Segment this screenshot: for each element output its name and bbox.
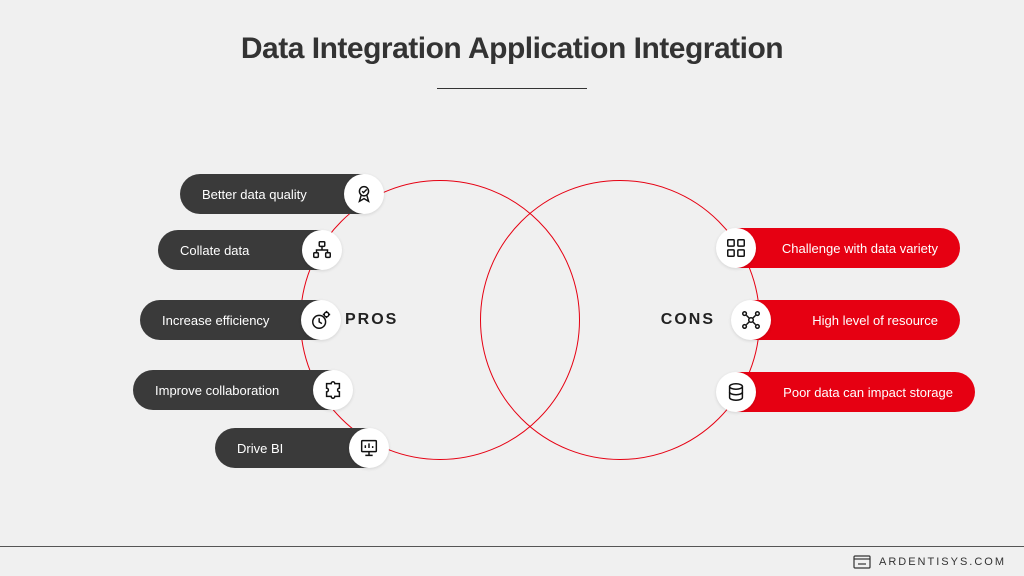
pro-item-quality: Better data quality [180,174,380,214]
pro-item-label: Increase efficiency [162,313,269,328]
data-variety-icon [716,228,756,268]
pro-item-collate: Collate data [158,230,338,270]
pro-item-collab: Improve collaboration [133,370,349,410]
title-underline [437,88,587,89]
clock-gear-icon [301,300,341,340]
con-item-label: Poor data can impact storage [783,385,953,400]
award-icon [344,174,384,214]
pro-item-bi: Drive BI [215,428,385,468]
org-chart-icon [302,230,342,270]
page-title: Data Integration Application Integration [0,0,1024,66]
network-icon [731,300,771,340]
venn-diagram: PROS CONS Better data quality Collate da… [0,140,1024,520]
cons-circle: CONS [480,180,760,460]
footer: ARDENTISYS.COM [0,546,1024,576]
pro-item-label: Drive BI [237,441,283,456]
pro-item-efficiency: Increase efficiency [140,300,337,340]
pro-item-label: Improve collaboration [155,383,279,398]
con-item-label: Challenge with data variety [782,241,938,256]
pro-item-label: Better data quality [202,187,307,202]
browser-icon [853,555,871,569]
con-item-variety: Challenge with data variety [720,228,960,268]
footer-brand: ARDENTISYS.COM [879,556,1006,568]
puzzle-icon [313,370,353,410]
storage-icon [716,372,756,412]
pro-item-label: Collate data [180,243,249,258]
presentation-icon [349,428,389,468]
con-item-resource: High level of resource [735,300,960,340]
pros-label: PROS [345,311,398,329]
cons-label: CONS [661,311,715,329]
con-item-label: High level of resource [812,313,938,328]
con-item-storage: Poor data can impact storage [720,372,975,412]
